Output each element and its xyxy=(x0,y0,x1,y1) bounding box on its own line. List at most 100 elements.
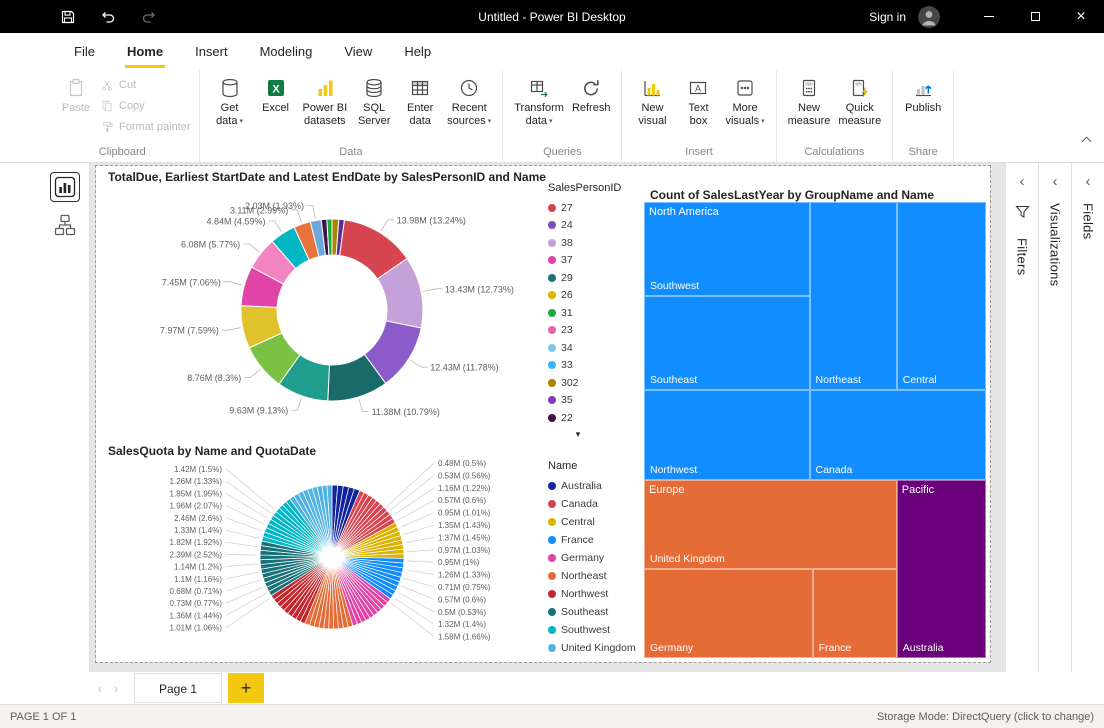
legend-item-central[interactable]: Central xyxy=(548,513,634,531)
recent-sources-button[interactable]: Recentsources▾ xyxy=(444,74,494,128)
legend-dot xyxy=(548,644,556,652)
treemap-node-label: United Kingdom xyxy=(650,553,725,565)
format-painter-button[interactable]: Format painter xyxy=(100,120,191,134)
page-tab[interactable]: Page 1 xyxy=(134,673,222,703)
legend-item-34[interactable]: 34 xyxy=(548,339,634,357)
panel-filters[interactable]: ‹Filters xyxy=(1005,163,1038,672)
legend-item-australia[interactable]: Australia xyxy=(548,477,634,495)
maximize-button[interactable] xyxy=(1012,0,1058,33)
menu-view[interactable]: View xyxy=(328,33,388,70)
visual-treemap[interactable]: Count of SalesLastYear by GroupName and … xyxy=(642,186,988,660)
new-measure-button[interactable]: Newmeasure xyxy=(785,74,834,128)
legend-item-southwest[interactable]: Southwest xyxy=(548,621,634,639)
legend-item-38[interactable]: 38 xyxy=(548,234,634,252)
legend-item-northeast[interactable]: Northeast xyxy=(548,567,634,585)
panel-visualizations[interactable]: ‹Visualizations xyxy=(1038,163,1071,672)
legend-item-united-kingdom[interactable]: United Kingdom xyxy=(548,639,634,657)
menu-help[interactable]: Help xyxy=(388,33,447,70)
legend-label: Germany xyxy=(561,552,604,564)
legend-item-northwest[interactable]: Northwest xyxy=(548,585,634,603)
sign-in-button[interactable]: Sign in xyxy=(869,10,906,24)
label-leader-line xyxy=(398,592,434,611)
excel-button[interactable]: XExcel xyxy=(254,74,298,115)
menu-modeling[interactable]: Modeling xyxy=(244,33,329,70)
next-page-arrow[interactable]: › xyxy=(108,680,124,696)
legend-item-29[interactable]: 29 xyxy=(548,269,634,287)
legend-item-31[interactable]: 31 xyxy=(548,304,634,322)
donut-chart[interactable]: 13.98M (13.24%)13.43M (12.73%)12.43M (11… xyxy=(100,182,546,434)
prev-page-arrow[interactable]: ‹ xyxy=(92,680,108,696)
minimize-button[interactable] xyxy=(966,0,1012,33)
legend-item-23[interactable]: 23 xyxy=(548,322,634,340)
expand-panel-icon[interactable]: ‹ xyxy=(1020,175,1025,189)
redo-icon[interactable] xyxy=(138,7,158,27)
treemap-node-canada[interactable]: Canada xyxy=(810,390,986,479)
treemap-node-australia[interactable]: Australia xyxy=(897,480,986,658)
treemap-node-northwest[interactable]: Northwest xyxy=(644,390,810,479)
paste-button[interactable]: Paste xyxy=(54,74,98,115)
ribbon-group-share: PublishShare xyxy=(893,70,954,162)
copy-button[interactable]: Copy xyxy=(100,99,191,113)
pie-chart[interactable]: 1.42M (1.5%)1.26M (1.33%)1.85M (1.95%)1.… xyxy=(100,458,546,656)
more-visuals-button[interactable]: Morevisuals▾ xyxy=(722,74,767,128)
treemap-node-southeast[interactable]: Southeast xyxy=(644,296,810,390)
menu-insert[interactable]: Insert xyxy=(179,33,244,70)
pie-legend: Name AustraliaCanadaCentralFranceGermany… xyxy=(548,460,634,657)
menu-home[interactable]: Home xyxy=(111,33,179,70)
app-window: Untitled - Power BI Desktop Sign in × Fi… xyxy=(0,0,1104,728)
label-leader-line xyxy=(406,570,434,575)
legend-item-33[interactable]: 33 xyxy=(548,357,634,375)
cut-button[interactable]: Cut xyxy=(100,78,191,92)
save-icon[interactable] xyxy=(58,7,78,27)
close-button[interactable]: × xyxy=(1058,0,1104,33)
legend-item-24[interactable]: 24 xyxy=(548,217,634,235)
legend-item-canada[interactable]: Canada xyxy=(548,495,634,513)
treemap-node-northeast[interactable]: Northeast xyxy=(810,202,897,390)
transform-data-button[interactable]: Transformdata▾ xyxy=(511,74,567,128)
undo-icon[interactable] xyxy=(98,7,118,27)
treemap-node-central[interactable]: Central xyxy=(897,202,986,390)
treemap: SouthwestSoutheastNortheastCentralNorthw… xyxy=(644,202,986,658)
visual-donut-chart[interactable]: TotalDue, Earliest StartDate and Latest … xyxy=(100,168,634,440)
quick-measure-button[interactable]: Quickmeasure xyxy=(835,74,884,128)
expand-panel-icon[interactable]: ‹ xyxy=(1053,175,1058,189)
enter-data-button[interactable]: Enterdata xyxy=(398,74,442,128)
legend-item-france[interactable]: France xyxy=(548,531,634,549)
visual-pie-chart[interactable]: SalesQuota by Name and QuotaDate 1.42M (… xyxy=(100,442,634,658)
legend-item-302[interactable]: 302 xyxy=(548,374,634,392)
legend-item-37[interactable]: 37 xyxy=(548,252,634,270)
legend-more-icon[interactable]: ▾ xyxy=(548,429,608,440)
sql-server-button[interactable]: SQLServer xyxy=(352,74,396,128)
panel-fields[interactable]: ‹Fields xyxy=(1071,163,1104,672)
text-box-button[interactable]: ATextbox xyxy=(676,74,720,128)
new-page-button[interactable]: + xyxy=(228,673,264,703)
legend-item-22[interactable]: 22 xyxy=(548,409,634,427)
data-label: 1.16M (1.22%) xyxy=(438,484,491,493)
clock-icon xyxy=(458,77,480,99)
expand-panel-icon[interactable]: ‹ xyxy=(1086,175,1091,189)
treemap-node-france[interactable]: France xyxy=(813,569,897,658)
data-label: 2.03M (1.93%) xyxy=(245,201,304,211)
power-bi-datasets-button[interactable]: Power BIdatasets xyxy=(300,74,351,128)
report-view-icon[interactable] xyxy=(51,173,79,201)
legend-item-26[interactable]: 26 xyxy=(548,287,634,305)
get-data-button[interactable]: Getdata▾ xyxy=(208,74,252,128)
legend-item-35[interactable]: 35 xyxy=(548,392,634,410)
treemap-node-germany[interactable]: Germany xyxy=(644,569,813,658)
legend-dot xyxy=(548,326,556,334)
ribbon-collapse-button[interactable] xyxy=(1083,132,1090,150)
legend-item-southeast[interactable]: Southeast xyxy=(548,603,634,621)
publish-button[interactable]: Publish xyxy=(901,74,945,115)
legend-item-27[interactable]: 27 xyxy=(548,199,634,217)
legend-dot xyxy=(548,396,556,404)
model-view-icon[interactable] xyxy=(51,211,79,239)
maximize-icon xyxy=(1031,12,1040,21)
legend-item-germany[interactable]: Germany xyxy=(548,549,634,567)
new-visual-button[interactable]: Newvisual xyxy=(630,74,674,128)
refresh-button[interactable]: Refresh xyxy=(569,74,614,115)
menu-file[interactable]: File xyxy=(58,33,111,70)
avatar[interactable] xyxy=(918,6,940,28)
page-tab-bar: ‹ › Page 1 + xyxy=(0,672,1104,704)
storage-mode-status[interactable]: Storage Mode: DirectQuery (click to chan… xyxy=(877,711,1094,723)
legend-items: 272438372926312334333023522 xyxy=(548,199,634,427)
